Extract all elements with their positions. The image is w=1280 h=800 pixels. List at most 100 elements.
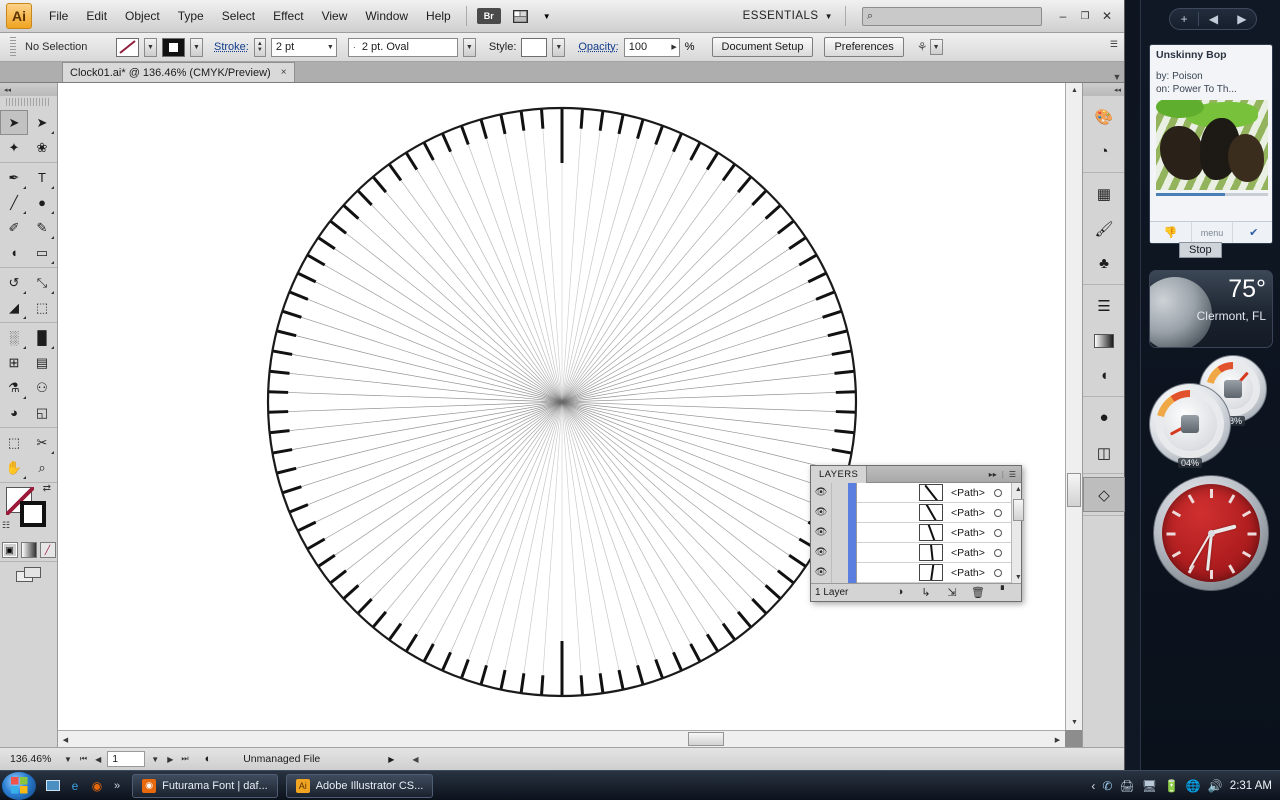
- menu-object[interactable]: Object: [116, 0, 169, 33]
- select-similar-dropdown-icon[interactable]: ▼: [929, 39, 943, 55]
- thumbs-down-icon[interactable]: 👎: [1150, 222, 1191, 243]
- appearance-panel-icon[interactable]: ●: [1083, 400, 1125, 435]
- battery-icon[interactable]: 🔋: [1164, 779, 1179, 793]
- media-player-gadget[interactable]: Unskinny Bop by: Poison on: Power To Th.…: [1149, 44, 1273, 244]
- show-desktop-icon[interactable]: [44, 777, 62, 795]
- opacity-label[interactable]: Opacity:: [578, 41, 618, 53]
- collapse-tools-icon[interactable]: ◂◂: [4, 86, 11, 94]
- next-page-button[interactable]: ▶: [165, 755, 175, 764]
- volume-icon[interactable]: 🔊: [1208, 779, 1223, 793]
- windows-start-icon[interactable]: [2, 771, 36, 800]
- make-clipping-mask-icon[interactable]: ◑: [887, 586, 913, 599]
- scroll-right-icon[interactable]: ▶: [1050, 731, 1065, 747]
- target-indicator[interactable]: [985, 568, 1011, 577]
- system-gauges-gadget[interactable]: 48% 04%: [1141, 355, 1280, 468]
- clock[interactable]: 2:31 AM: [1230, 780, 1272, 792]
- opacity-input[interactable]: 100 ▶: [623, 37, 680, 57]
- swap-fill-stroke-icon[interactable]: ⇄: [43, 483, 51, 494]
- network-icon[interactable]: 🌐: [1186, 779, 1201, 793]
- zoom-tool[interactable]: ⌕: [28, 455, 56, 480]
- layer-row[interactable]: 👁 <Path>: [811, 562, 1011, 583]
- go-to-bridge-button[interactable]: Br: [476, 6, 502, 26]
- scroll-up-icon[interactable]: ▲: [1012, 483, 1025, 495]
- graphic-style-dropdown-icon[interactable]: ▼: [552, 37, 566, 57]
- graphic-styles-panel-icon[interactable]: ◫: [1083, 435, 1125, 470]
- printer-icon[interactable]: 🖨: [1119, 779, 1134, 793]
- target-indicator[interactable]: [985, 548, 1011, 557]
- graphic-style-swatch[interactable]: [521, 37, 548, 57]
- arrange-dropdown-icon[interactable]: ▼: [540, 6, 554, 26]
- last-page-button[interactable]: ⏭: [179, 754, 190, 764]
- stroke-weight-input[interactable]: 2 pt ▼: [270, 37, 337, 57]
- display-icon[interactable]: 🖥: [1142, 779, 1157, 793]
- stop-button[interactable]: Stop: [1179, 242, 1222, 258]
- line-segment-tool[interactable]: ╱: [0, 190, 28, 215]
- screen-mode-button[interactable]: [0, 562, 57, 588]
- column-graph-tool[interactable]: █: [28, 325, 56, 350]
- layers-panel[interactable]: LAYERS ▸▸ | ☰ 👁 <Path> 👁 <Path> 👁 <Path> 👁 <Pat…: [810, 465, 1024, 602]
- rotate-tool[interactable]: ↺: [0, 270, 28, 295]
- clock-dial-artwork[interactable]: [257, 97, 867, 707]
- close-icon[interactable]: ×: [281, 67, 287, 78]
- magic-wand-tool[interactable]: ✦: [0, 135, 28, 160]
- opacity-flyout-icon[interactable]: ▶: [667, 43, 676, 51]
- layer-row[interactable]: 👁 <Path>: [811, 542, 1011, 563]
- show-hidden-icons-icon[interactable]: ‹: [1091, 779, 1095, 793]
- weather-gadget[interactable]: 75° Clermont, FL: [1149, 270, 1273, 348]
- add-gadget-button[interactable]: +: [1170, 9, 1198, 29]
- layers-list[interactable]: 👁 <Path> 👁 <Path> 👁 <Path> 👁 <Path> 👁 <Path> ▲ ▼: [811, 482, 1024, 583]
- menu-button[interactable]: menu: [1190, 222, 1233, 243]
- fill-color-swatch[interactable]: [162, 37, 185, 57]
- resize-grip[interactable]: ▘: [991, 586, 1017, 599]
- check-icon[interactable]: ✔: [1232, 222, 1272, 243]
- expand-panels-icon[interactable]: ◂◂: [1114, 86, 1121, 94]
- live-paint-bucket-tool[interactable]: ◕: [0, 400, 28, 425]
- tools-panel-header[interactable]: ◂◂: [0, 83, 57, 96]
- color-mode-icon[interactable]: ▣: [1, 542, 18, 558]
- gradient-tool[interactable]: ▤: [28, 350, 56, 375]
- blend-tool[interactable]: ⚇: [28, 375, 56, 400]
- lock-toggle[interactable]: [831, 502, 848, 523]
- menu-file[interactable]: File: [40, 0, 77, 33]
- color-panel-icon[interactable]: 🎨: [1083, 99, 1125, 134]
- direct-selection-tool[interactable]: ➤: [28, 110, 56, 135]
- page-dropdown-icon[interactable]: ▼: [149, 755, 161, 764]
- firefox-icon[interactable]: ◉: [88, 777, 106, 795]
- tab-layers[interactable]: LAYERS: [811, 465, 868, 483]
- mesh-tool[interactable]: ⊞: [0, 350, 28, 375]
- brushes-panel-icon[interactable]: 🖌: [1083, 211, 1125, 246]
- scale-tool[interactable]: ⤡: [28, 270, 56, 295]
- pen-tool[interactable]: ✒: [0, 165, 28, 190]
- chevron-down-icon[interactable]: ▼: [825, 12, 833, 21]
- tools-grip[interactable]: [6, 98, 51, 106]
- visibility-toggle-icon[interactable]: 👁: [811, 562, 831, 583]
- width-warp-tool[interactable]: ◢: [0, 295, 28, 320]
- first-page-button[interactable]: ⏮: [78, 754, 89, 764]
- visibility-toggle-icon[interactable]: 👁: [811, 502, 831, 523]
- target-indicator[interactable]: [985, 488, 1011, 497]
- symbol-sprayer-tool[interactable]: ░: [0, 325, 28, 350]
- canvas-vertical-scrollbar[interactable]: ▲ ▼: [1065, 83, 1082, 730]
- taskbar-item[interactable]: ◉ Futurama Font | daf...: [132, 773, 278, 798]
- eraser-tool[interactable]: ▭: [28, 240, 56, 265]
- artboard-tool[interactable]: ⬚: [0, 430, 28, 455]
- search-input[interactable]: ⌕: [862, 6, 1042, 26]
- delete-selection-icon[interactable]: 🗑: [965, 586, 991, 599]
- panel-menu-icon[interactable]: ☰: [1009, 470, 1016, 479]
- menu-edit[interactable]: Edit: [77, 0, 116, 33]
- next-gadget-button[interactable]: ▶: [1228, 9, 1256, 29]
- transparency-panel-icon[interactable]: ◖: [1083, 358, 1125, 393]
- pencil-tool[interactable]: ✎: [28, 215, 56, 240]
- gradient-panel-icon[interactable]: [1083, 323, 1125, 358]
- gradient-mode-icon[interactable]: [20, 542, 37, 558]
- memory-gauge[interactable]: 04%: [1149, 383, 1231, 468]
- collapse-to-icons-icon[interactable]: ▸▸: [989, 470, 997, 479]
- internet-explorer-icon[interactable]: e: [66, 777, 84, 795]
- document-setup-button[interactable]: Document Setup: [711, 37, 814, 57]
- menu-type[interactable]: Type: [169, 0, 213, 33]
- layers-scrollbar[interactable]: ▲ ▼: [1010, 483, 1024, 583]
- brush-definition-dropdown-icon[interactable]: ▼: [462, 37, 476, 57]
- close-button[interactable]: ✕: [1096, 9, 1118, 23]
- visibility-toggle-icon[interactable]: 👁: [811, 542, 831, 563]
- lock-toggle[interactable]: [831, 522, 848, 543]
